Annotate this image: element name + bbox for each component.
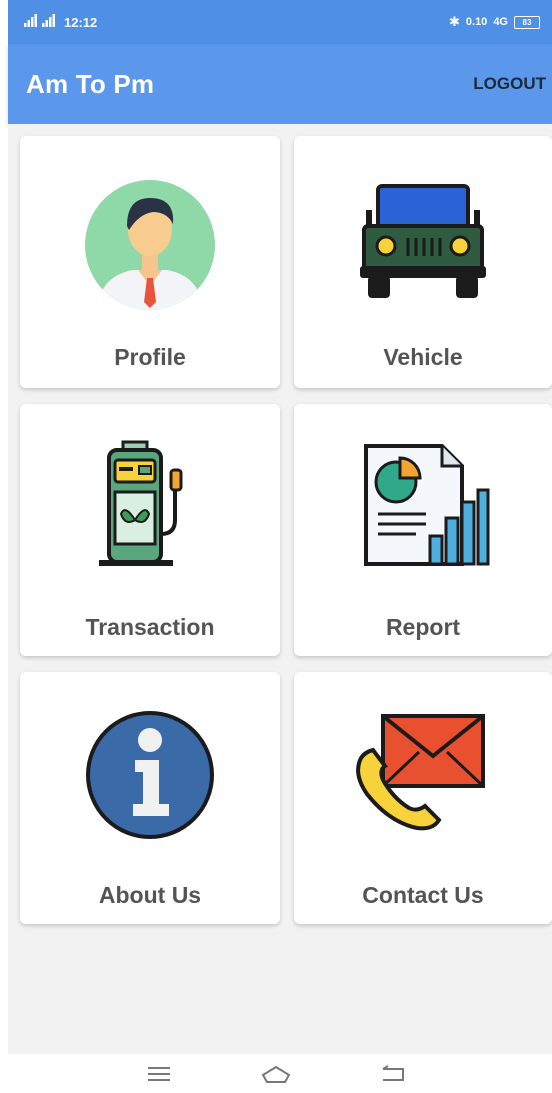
- info-icon: [83, 708, 217, 847]
- vehicle-card[interactable]: Vehicle: [294, 136, 552, 388]
- network-type: 4G: [493, 16, 508, 28]
- home-nav-button[interactable]: [256, 1059, 296, 1089]
- battery-icon: 83: [514, 15, 540, 29]
- system-nav-bar: [0, 1054, 552, 1093]
- report-label: Report: [385, 614, 461, 640]
- report-card[interactable]: Report: [294, 404, 552, 656]
- battery-level: 83: [522, 17, 532, 27]
- envelope-phone-icon: [353, 714, 493, 837]
- report-chart-icon: [356, 440, 490, 575]
- fuel-pump-icon: [95, 440, 205, 575]
- vehicle-label: Vehicle: [383, 344, 463, 370]
- about-us-card[interactable]: About Us: [20, 672, 280, 924]
- menu-nav-button[interactable]: [139, 1059, 179, 1089]
- contact-us-card[interactable]: Contact Us: [294, 672, 552, 924]
- transaction-card[interactable]: Transaction: [20, 404, 280, 656]
- network-speed: 0.10: [465, 16, 488, 28]
- profile-avatar-icon: [83, 178, 217, 317]
- contact-us-label: Contact Us: [362, 882, 484, 908]
- signal-icon: [24, 13, 58, 31]
- transaction-label: Transaction: [85, 614, 215, 640]
- app-bar: Am To Pm LOGOUT: [8, 44, 552, 124]
- status-time: 12:12: [64, 14, 98, 30]
- bluetooth-icon: ✱: [448, 14, 460, 29]
- profile-card[interactable]: Profile: [20, 136, 280, 388]
- menu-grid: Profile Vehicle Transaction Report About…: [8, 124, 552, 1054]
- back-nav-button[interactable]: [373, 1059, 413, 1089]
- logout-button[interactable]: LOGOUT: [473, 74, 546, 94]
- jeep-vehicle-icon: [356, 180, 490, 307]
- app-title: Am To Pm: [26, 68, 155, 99]
- status-bar: 12:12 ✱ 0.10 4G 83: [8, 0, 552, 44]
- about-us-label: About Us: [98, 882, 202, 908]
- profile-label: Profile: [114, 344, 186, 370]
